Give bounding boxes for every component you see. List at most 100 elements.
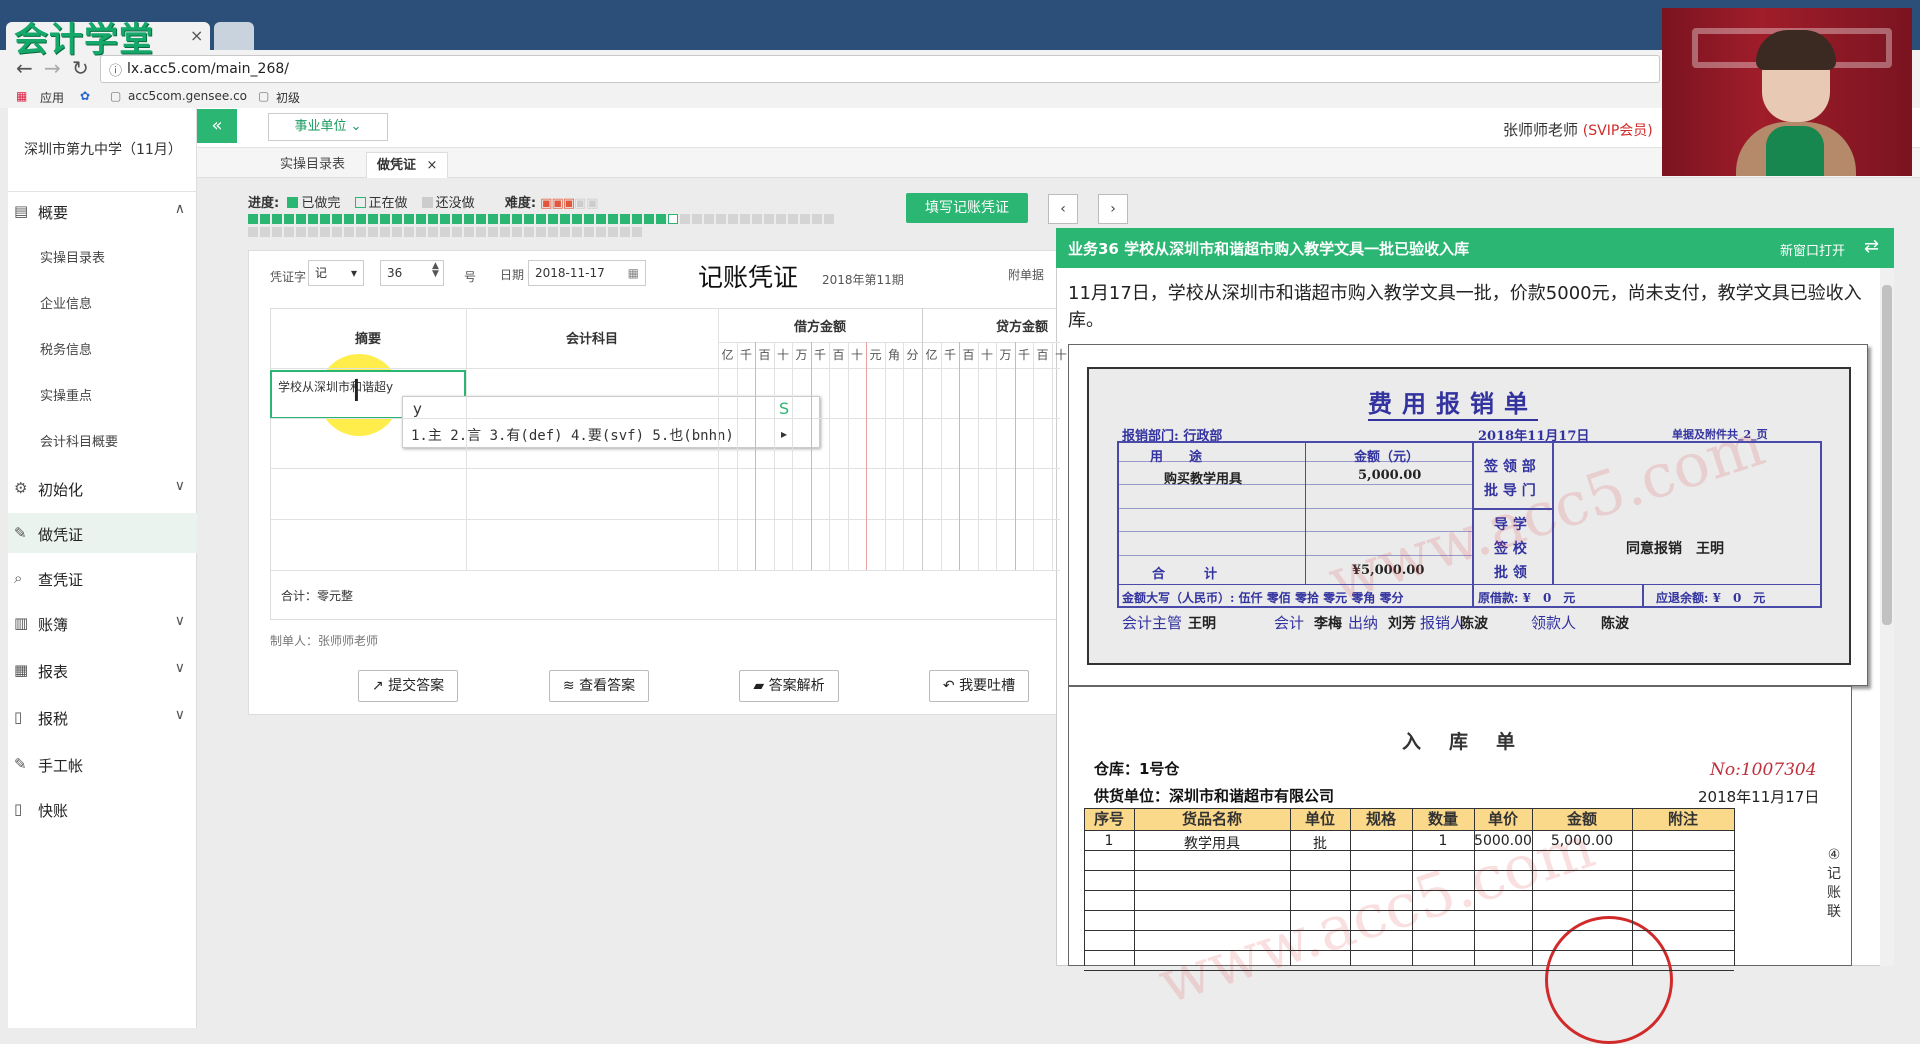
progress-cell[interactable] [344,214,354,224]
sidebar-sub-keypoints[interactable]: 实操重点 [40,385,92,404]
progress-cell[interactable] [428,214,438,224]
sidebar-sub-catalog[interactable]: 实操目录表 [40,247,105,266]
progress-cell[interactable] [812,214,822,224]
progress-cell[interactable] [584,227,594,237]
progress-cell[interactable] [416,214,426,224]
progress-cell[interactable] [464,214,474,224]
progress-cell[interactable] [488,214,498,224]
bookmark-apps[interactable]: 应用 [40,89,64,106]
progress-cell[interactable] [260,227,270,237]
forward-icon[interactable]: → [44,56,61,80]
progress-cell[interactable] [308,227,318,237]
progress-cell[interactable] [392,214,402,224]
sidebar-item-query-voucher[interactable]: ⌕ 查凭证 [8,558,197,598]
sidebar-item-tax-filing[interactable]: ▯ 报税 ∨ [8,697,197,737]
tab-catalog[interactable]: 实操目录表 [270,152,355,178]
progress-cell[interactable] [536,214,546,224]
progress-cell[interactable] [380,214,390,224]
progress-cell[interactable] [332,214,342,224]
progress-cell[interactable] [656,214,666,224]
next-page-icon[interactable]: ▸ [781,427,787,441]
progress-cell[interactable] [404,214,414,224]
progress-cell[interactable] [404,227,414,237]
progress-cell[interactable] [368,214,378,224]
prev-button[interactable]: ‹ [1048,194,1078,224]
progress-cell[interactable] [284,227,294,237]
progress-cell[interactable] [764,214,774,224]
collapse-sidebar-button[interactable]: « [197,109,237,143]
progress-cell[interactable] [284,214,294,224]
progress-cell[interactable] [800,214,810,224]
panel-scrollbar-thumb[interactable] [1882,285,1892,625]
progress-cell[interactable] [632,214,642,224]
progress-cell[interactable] [368,227,378,237]
progress-cell[interactable] [668,214,678,224]
new-tab-button[interactable] [214,22,254,50]
sidebar-item-make-voucher[interactable]: ✎ 做凭证 [8,513,197,553]
progress-cell[interactable] [716,214,726,224]
progress-cell[interactable] [260,214,270,224]
progress-cell[interactable] [392,227,402,237]
progress-cell[interactable] [788,214,798,224]
open-new-window-link[interactable]: 新窗口打开 [1780,240,1845,259]
progress-cell[interactable] [248,227,258,237]
progress-cell[interactable] [572,214,582,224]
progress-cell[interactable] [476,214,486,224]
progress-cell[interactable] [248,214,258,224]
progress-cell[interactable] [428,227,438,237]
progress-cell[interactable] [740,214,750,224]
sidebar-item-reports[interactable]: ▦ 报表 ∨ [8,650,197,690]
progress-cell[interactable] [356,214,366,224]
progress-cell[interactable] [500,227,510,237]
progress-cell[interactable] [272,227,282,237]
view-answer-button[interactable]: ≋ 查看答案 [549,670,649,702]
progress-cell[interactable] [440,214,450,224]
progress-cell[interactable] [776,214,786,224]
fill-voucher-button[interactable]: 填写记账凭证 [906,193,1028,223]
progress-cell[interactable] [560,227,570,237]
progress-cell[interactable] [596,227,606,237]
progress-cell[interactable] [440,227,450,237]
date-input[interactable]: 2018-11-17 ▦ [528,260,646,286]
unit-type-select[interactable]: 事业单位 ⌄ [268,113,388,141]
sidebar-item-quick[interactable]: ▯ 快账 [8,789,197,829]
progress-cell[interactable] [572,227,582,237]
sidebar-item-init[interactable]: ⚙ 初始化 ∨ [8,468,197,508]
progress-cell[interactable] [728,214,738,224]
progress-cell[interactable] [524,227,534,237]
sidebar-item-ledger[interactable]: ▥ 账簿 ∨ [8,603,197,643]
progress-cell[interactable] [704,214,714,224]
close-tab-icon[interactable]: × [190,26,203,45]
progress-cell[interactable] [584,214,594,224]
sidebar-sub-tax[interactable]: 税务信息 [40,339,92,358]
progress-cell[interactable] [824,214,834,224]
progress-cell[interactable] [488,227,498,237]
progress-cell[interactable] [608,227,618,237]
sidebar-item-overview[interactable]: ▤ 概要 ∧ [8,191,197,231]
progress-cell[interactable] [608,214,618,224]
progress-cell[interactable] [320,214,330,224]
progress-cell[interactable] [620,227,630,237]
progress-cell[interactable] [644,214,654,224]
progress-cell[interactable] [320,227,330,237]
calendar-icon[interactable]: ▦ [628,261,639,285]
progress-cell[interactable] [680,214,690,224]
progress-cell[interactable] [632,227,642,237]
progress-cell[interactable] [500,214,510,224]
progress-cell[interactable] [356,227,366,237]
tab-make-voucher[interactable]: 做凭证 × [366,152,449,178]
progress-cell[interactable] [548,214,558,224]
ime-candidates[interactable]: 1.主 2.言 3.有(def) 4.要(svf) 5.也(bnhn) [411,425,734,445]
progress-cell[interactable] [416,227,426,237]
back-icon[interactable]: ← [16,56,33,80]
progress-cell[interactable] [380,227,390,237]
progress-cell[interactable] [296,227,306,237]
close-icon[interactable]: × [427,158,438,173]
progress-cell[interactable] [332,227,342,237]
progress-cell[interactable] [548,227,558,237]
progress-cell[interactable] [344,227,354,237]
next-button[interactable]: › [1098,194,1128,224]
progress-cell[interactable] [272,214,282,224]
sidebar-item-manual[interactable]: ✎ 手工帐 [8,744,197,784]
progress-cell[interactable] [296,214,306,224]
